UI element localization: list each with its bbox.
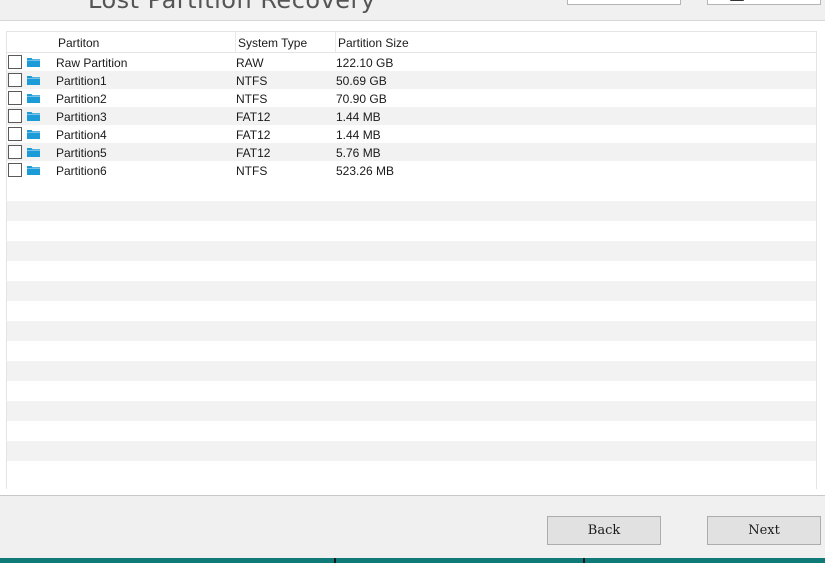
partition-checkbox[interactable]	[8, 73, 22, 87]
partition-name: Partition4	[56, 128, 107, 142]
table-row[interactable]: Partition1 NTFS 50.69 GB	[7, 71, 816, 89]
partition-system-type: NTFS	[236, 74, 268, 88]
partition-size: 122.10 GB	[336, 56, 394, 70]
list-stripe	[7, 421, 816, 441]
partition-name: Partition6	[56, 164, 107, 178]
list-stripe	[7, 301, 816, 321]
partition-system-type: NTFS	[236, 164, 268, 178]
column-divider[interactable]	[335, 32, 336, 53]
column-header-system-type[interactable]: System Type	[238, 36, 307, 50]
table-row[interactable]: Partition2 NTFS 70.90 GB	[7, 89, 816, 107]
window-header: Lost Partition Recovery	[0, 0, 825, 21]
partition-size: 50.69 GB	[336, 74, 387, 88]
folder-icon	[27, 147, 40, 157]
taskbar-divider	[583, 558, 585, 563]
page-title: Lost Partition Recovery	[88, 0, 376, 14]
column-header-partition[interactable]: Partiton	[58, 36, 99, 50]
header-button-left[interactable]	[567, 0, 681, 5]
partition-checkbox[interactable]	[8, 91, 22, 105]
partition-name: Raw Partition	[56, 56, 128, 70]
partition-checkbox[interactable]	[8, 55, 22, 69]
folder-icon	[27, 75, 40, 85]
header-button-icon	[730, 0, 744, 1]
partition-name: Partition1	[56, 74, 107, 88]
folder-icon	[27, 165, 40, 175]
partition-rows: Raw Partition RAW 122.10 GB Partition1 N…	[7, 53, 816, 179]
list-column-header: Partiton System Type Partition Size	[7, 32, 816, 53]
table-row[interactable]: Partition4 FAT12 1.44 MB	[7, 125, 816, 143]
list-stripe	[7, 241, 816, 261]
list-stripe	[7, 201, 816, 221]
partition-panel: Partiton System Type Partition Size Raw …	[0, 21, 825, 496]
taskbar-divider	[334, 558, 336, 563]
partition-name: Partition3	[56, 110, 107, 124]
list-stripe	[7, 281, 816, 301]
table-row[interactable]: Partition5 FAT12 5.76 MB	[7, 143, 816, 161]
wizard-footer: Back Next	[0, 497, 825, 563]
folder-icon	[27, 93, 40, 103]
next-button[interactable]: Next	[707, 516, 821, 545]
folder-icon	[27, 129, 40, 139]
list-stripe	[7, 341, 816, 361]
partition-size: 1.44 MB	[336, 110, 381, 124]
partition-system-type: NTFS	[236, 92, 268, 106]
list-stripe	[7, 461, 816, 481]
folder-icon	[27, 57, 40, 67]
partition-list: Partiton System Type Partition Size Raw …	[6, 31, 817, 489]
partition-name: Partition2	[56, 92, 107, 106]
partition-system-type: FAT12	[236, 110, 271, 124]
list-stripe	[7, 221, 816, 241]
partition-system-type: RAW	[236, 56, 264, 70]
table-row[interactable]: Partition6 NTFS 523.26 MB	[7, 161, 816, 179]
partition-name: Partition5	[56, 146, 107, 160]
partition-size: 5.76 MB	[336, 146, 381, 160]
list-stripe	[7, 381, 816, 401]
list-stripe	[7, 321, 816, 341]
list-stripe	[7, 261, 816, 281]
partition-checkbox[interactable]	[8, 145, 22, 159]
partition-checkbox[interactable]	[8, 127, 22, 141]
table-row[interactable]: Raw Partition RAW 122.10 GB	[7, 53, 816, 71]
partition-size: 523.26 MB	[336, 164, 395, 178]
partition-system-type: FAT12	[236, 146, 271, 160]
partition-system-type: FAT12	[236, 128, 271, 142]
list-stripe	[7, 401, 816, 421]
partition-checkbox[interactable]	[8, 163, 22, 177]
partition-size: 1.44 MB	[336, 128, 381, 142]
taskbar-edge	[0, 558, 825, 563]
folder-icon	[27, 111, 40, 121]
column-header-partition-size[interactable]: Partition Size	[338, 36, 409, 50]
column-divider[interactable]	[235, 32, 236, 53]
list-stripe	[7, 441, 816, 461]
header-button-right[interactable]	[707, 0, 821, 5]
partition-checkbox[interactable]	[8, 109, 22, 123]
partition-size: 70.90 GB	[336, 92, 387, 106]
empty-list-area	[7, 201, 816, 490]
table-row[interactable]: Partition3 FAT12 1.44 MB	[7, 107, 816, 125]
list-stripe	[7, 361, 816, 381]
back-button[interactable]: Back	[547, 516, 661, 545]
